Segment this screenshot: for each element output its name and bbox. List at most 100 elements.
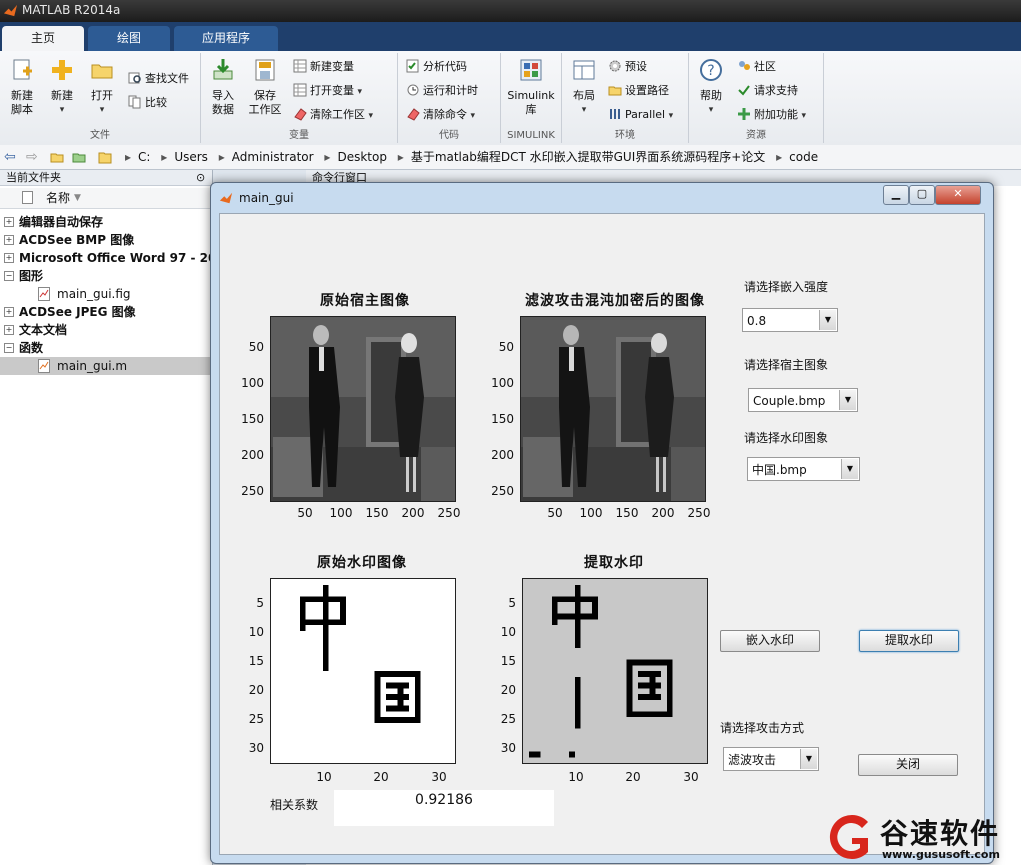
- chevron-down-icon: ▾: [368, 111, 374, 121]
- chevron-down-icon[interactable]: ▼: [800, 749, 817, 769]
- watermark-label: 请选择水印图象: [744, 431, 829, 445]
- axes2-xtick: 250: [687, 506, 711, 520]
- host-image-select[interactable]: Couple.bmp ▼: [748, 388, 858, 412]
- file-row-selected[interactable]: main_gui.m: [0, 357, 212, 375]
- back-arrow-icon[interactable]: ⇦: [4, 145, 16, 169]
- axes2-ytick: 250: [491, 484, 514, 498]
- correlation-label: 相关系数: [270, 798, 319, 812]
- preferences-button[interactable]: 预设: [608, 57, 647, 77]
- figure-window: main_gui ▁ ▢ ✕ 原始宿主图像 50 100 150 200 250…: [210, 182, 994, 864]
- panel-menu-icon[interactable]: ⊙: [196, 171, 205, 184]
- simulink-library-button[interactable]: Simulink 库: [503, 57, 559, 117]
- extract-watermark-button[interactable]: 提取水印: [859, 630, 959, 652]
- file-group-label: 文件: [90, 130, 110, 141]
- find-files-button[interactable]: 查找文件: [128, 69, 189, 89]
- chevron-down-icon: ▾: [708, 105, 714, 115]
- folder-group-row[interactable]: + 文本文档: [0, 321, 212, 339]
- file-row[interactable]: main_gui.fig: [0, 285, 212, 303]
- open-button[interactable]: 打开 ▾: [82, 57, 122, 117]
- open-variable-button[interactable]: 打开变量 ▾: [293, 81, 362, 101]
- folder-group-row[interactable]: + Microsoft Office Word 97 - 2003: [0, 249, 212, 267]
- browse-folder-icon[interactable]: [72, 150, 86, 164]
- collapse-icon[interactable]: −: [4, 271, 14, 281]
- expand-icon[interactable]: +: [4, 307, 14, 317]
- layout-label: 布局: [573, 89, 595, 102]
- new-label: 新建: [51, 89, 73, 102]
- add-ons-button[interactable]: 附加功能 ▾: [737, 105, 806, 125]
- chevron-down-icon[interactable]: ▼: [819, 310, 836, 330]
- run-and-time-button[interactable]: 运行和计时: [406, 81, 478, 101]
- tab-home[interactable]: 主页: [2, 26, 84, 51]
- breadcrumb-item[interactable]: Users: [174, 150, 208, 164]
- host-image-picture: [271, 317, 455, 501]
- community-button[interactable]: 社区: [737, 57, 776, 77]
- tab-plot[interactable]: 绘图: [88, 26, 170, 51]
- breadcrumb-item[interactable]: Administrator: [232, 150, 314, 164]
- expand-icon[interactable]: +: [4, 253, 14, 263]
- breadcrumb-item[interactable]: 基于matlab编程DCT 水印嵌入提取带GUI界面系统源码程序+论文: [411, 150, 766, 164]
- expand-icon[interactable]: +: [4, 217, 14, 227]
- new-variable-button[interactable]: 新建变量: [293, 57, 354, 77]
- new-button[interactable]: 新建 ▾: [42, 57, 82, 117]
- layout-button[interactable]: 布局 ▾: [564, 57, 604, 117]
- clear-workspace-button[interactable]: 清除工作区 ▾: [293, 105, 373, 125]
- attacked-image-picture: [521, 317, 705, 501]
- collapse-icon[interactable]: −: [4, 343, 14, 353]
- breadcrumb-item[interactable]: code: [789, 150, 818, 164]
- resources-group-label: 资源: [746, 130, 766, 141]
- parallel-button[interactable]: Parallel ▾: [608, 105, 673, 125]
- sort-down-icon[interactable]: ▼: [74, 188, 81, 208]
- help-button[interactable]: ? 帮助 ▾: [691, 57, 731, 117]
- save-workspace-button[interactable]: 保存 工作区: [245, 57, 285, 117]
- folder-group-row[interactable]: + ACDSee JPEG 图像: [0, 303, 212, 321]
- set-path-label: 设置路径: [625, 84, 669, 97]
- folder-group-row[interactable]: + 编辑器自动保存: [0, 213, 212, 231]
- breadcrumb-item[interactable]: C:: [138, 150, 150, 164]
- axes1-xtick: 200: [401, 506, 425, 520]
- embed-watermark-button[interactable]: 嵌入水印: [720, 630, 820, 652]
- group-label: 函数: [19, 341, 44, 355]
- compare-icon: [128, 95, 141, 109]
- new-script-button[interactable]: 新建 脚本: [2, 57, 42, 117]
- chevron-down-icon[interactable]: ▼: [839, 390, 856, 410]
- tab-apps[interactable]: 应用程序: [174, 26, 278, 51]
- breadcrumb-item[interactable]: Desktop: [337, 150, 387, 164]
- simulink-lib-label: 库: [525, 103, 537, 116]
- axes2-title: 滤波攻击混沌加密后的图像: [525, 293, 705, 309]
- expand-icon[interactable]: +: [4, 235, 14, 245]
- folder-group-row[interactable]: − 函数: [0, 339, 212, 357]
- file-group: 新建 脚本 新建 ▾ 打开 ▾ 查找文件 比较 文件: [0, 53, 201, 143]
- close-button[interactable]: 关闭: [858, 754, 958, 776]
- axes1-xtick: 100: [329, 506, 353, 520]
- column-name-label[interactable]: 名称: [46, 188, 70, 208]
- axes2-xtick: 150: [615, 506, 639, 520]
- set-path-button[interactable]: 设置路径: [608, 81, 669, 101]
- folder-group-row[interactable]: − 图形: [0, 267, 212, 285]
- watermark-image-select[interactable]: 中国.bmp ▼: [747, 457, 860, 481]
- figure-canvas: 原始宿主图像 50 100 150 200 250 50 100 150 200…: [219, 213, 985, 855]
- axes2-xtick: 200: [651, 506, 675, 520]
- chevron-down-icon[interactable]: ▼: [841, 459, 858, 479]
- add-ons-icon: [738, 108, 750, 120]
- attack-select[interactable]: 滤波攻击 ▼: [723, 747, 819, 771]
- minimize-icon[interactable]: ▁: [883, 185, 909, 205]
- brand-name: 谷速软件: [880, 817, 1001, 850]
- axes1-ytick: 200: [241, 448, 264, 462]
- community-label: 社区: [754, 60, 776, 73]
- clear-commands-button[interactable]: 清除命令 ▾: [406, 105, 475, 125]
- analyze-code-button[interactable]: 分析代码: [406, 57, 467, 77]
- folder-group-row[interactable]: + ACDSee BMP 图像: [0, 231, 212, 249]
- up-folder-icon[interactable]: [50, 150, 64, 164]
- import-data-button[interactable]: 导入 数据: [203, 57, 243, 117]
- strength-select[interactable]: 0.8 ▼: [742, 308, 838, 332]
- maximize-icon[interactable]: ▢: [909, 185, 935, 205]
- close-icon[interactable]: ✕: [935, 185, 981, 205]
- matlab-logo-icon: [3, 4, 18, 17]
- forward-arrow-icon[interactable]: ⇨: [26, 145, 38, 169]
- compare-button[interactable]: 比较: [128, 93, 167, 113]
- expand-icon[interactable]: +: [4, 325, 14, 335]
- run-time-icon: [407, 84, 419, 96]
- new-variable-icon: [293, 59, 307, 73]
- axes2-xtick: 50: [547, 506, 563, 520]
- request-support-button[interactable]: 请求支持: [737, 81, 798, 101]
